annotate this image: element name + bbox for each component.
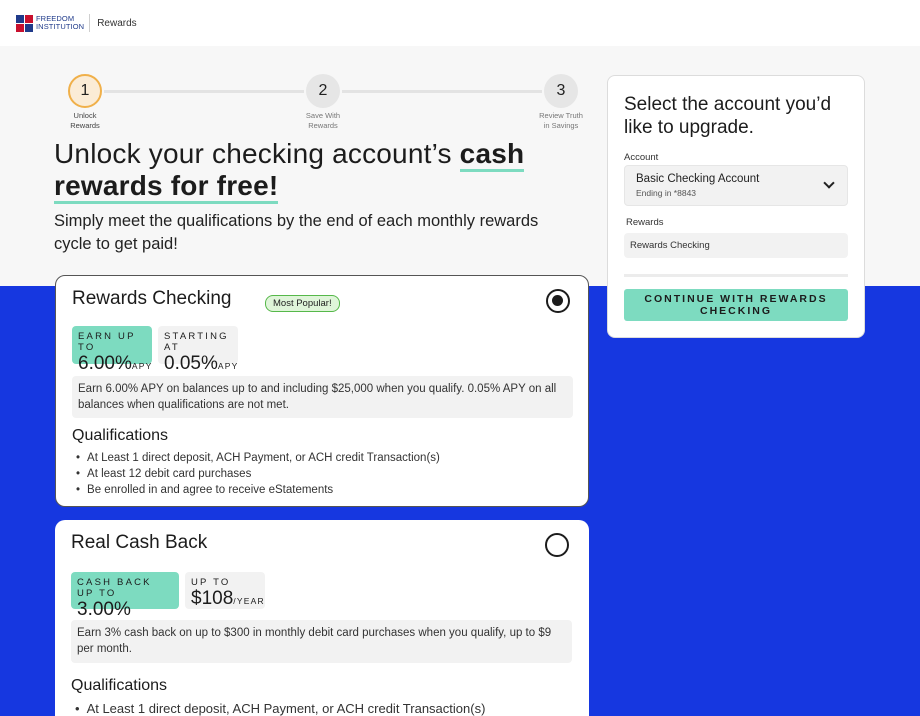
earn-rate-value: 6.00%APY [78,353,153,374]
header-section-label: Rewards [97,17,137,29]
hero-title-highlight-2: rewards for free! [54,170,279,204]
chevron-down-icon [823,177,835,189]
top-header: FREEDOM INSTITUTION Rewards [0,0,920,46]
panel-divider [624,274,848,277]
step-3[interactable]: 3 Review Truth in Savings [526,74,596,130]
starting-rate-label: STARTING AT [164,331,229,353]
qualifications-list: At Least 1 direct deposit, ACH Payment, … [75,701,486,716]
step-3-circle: 3 [544,74,578,108]
qualification-item: At Least 1 direct deposit, ACH Payment, … [75,701,486,716]
account-field-label: Account [624,152,659,163]
up-to-rate-label: UP TO [191,577,231,588]
up-to-rate-value: $108/YEAR [191,588,265,609]
cash-back-description: Earn 3% cash back on up to $300 in month… [71,620,572,663]
logo-divider [89,14,91,32]
freedom-institution-logo[interactable]: FREEDOM INSTITUTION Rewards [16,14,137,32]
rewards-field[interactable]: Rewards Checking [624,233,848,258]
rate-description: Earn 6.00% APY on balances up to and inc… [72,376,573,418]
step-2[interactable]: 2 Save With Rewards [288,74,358,130]
panel-title: Select the account you’d like to upgrade… [624,94,832,138]
starting-rate-box: STARTING AT 0.05%APY [158,326,238,374]
account-select[interactable]: Basic Checking Account Ending in *8843 [624,165,848,206]
step-2-circle: 2 [306,74,340,108]
hero-title: Unlock your checking account’s cash rewa… [54,138,574,204]
qualifications-title: Qualifications [71,677,168,694]
hero-title-regular: Unlock your checking account’s [54,138,460,169]
card-title: Real Cash Back [71,532,208,553]
step-3-label: Review Truth in Savings [539,111,583,130]
flag-logo-icon [16,14,33,32]
qualification-item: At least 12 debit card purchases [76,466,440,482]
step-1-circle: 1 [68,74,102,108]
earn-rate-label: EARN UP TO [78,331,136,353]
up-to-rate-box: UP TO $108/YEAR [185,572,265,609]
real-cash-back-card[interactable]: Real Cash Back CASH BACK UP TO 3.00% UP … [55,520,589,716]
radio-selected-icon[interactable] [546,289,570,313]
qualifications-title: Qualifications [72,427,169,444]
qualifications-list: At Least 1 direct deposit, ACH Payment, … [76,450,440,498]
card-title: Rewards Checking [72,288,232,309]
earn-rate-box: EARN UP TO 6.00%APY [72,326,152,374]
most-popular-badge: Most Popular! [265,295,340,312]
step-1[interactable]: 1 Unlock Rewards [50,74,120,130]
step-connector-2 [342,90,542,93]
continue-button[interactable]: CONTINUE WITH REWARDS CHECKING [624,289,848,321]
cash-back-rate-value: 3.00% [77,599,131,620]
logo-wordmark: FREEDOM INSTITUTION [36,14,85,31]
account-select-value: Basic Checking Account [636,173,760,185]
cash-back-rate-box: CASH BACK UP TO 3.00% [71,572,179,620]
qualification-item: Be enrolled in and agree to receive eSta… [76,482,440,498]
starting-rate-value: 0.05%APY [164,353,239,374]
qualification-item: At Least 1 direct deposit, ACH Payment, … [76,450,440,466]
rewards-field-label: Rewards [626,217,664,228]
account-selection-panel: Select the account you’d like to upgrade… [607,75,865,338]
step-connector-1 [104,90,304,93]
account-select-subtext: Ending in *8843 [636,188,697,198]
cash-back-rate-label: CASH BACK UP TO [77,577,152,599]
hero-subtitle: Simply meet the qualifications by the en… [54,212,539,253]
radio-unselected-icon[interactable] [545,533,569,557]
step-1-label: Unlock Rewards [70,111,100,130]
step-2-label: Save With Rewards [305,111,341,130]
rewards-checking-card[interactable]: Rewards Checking Most Popular! EARN UP T… [55,275,589,507]
hero-title-highlight-1: cash [459,138,525,172]
